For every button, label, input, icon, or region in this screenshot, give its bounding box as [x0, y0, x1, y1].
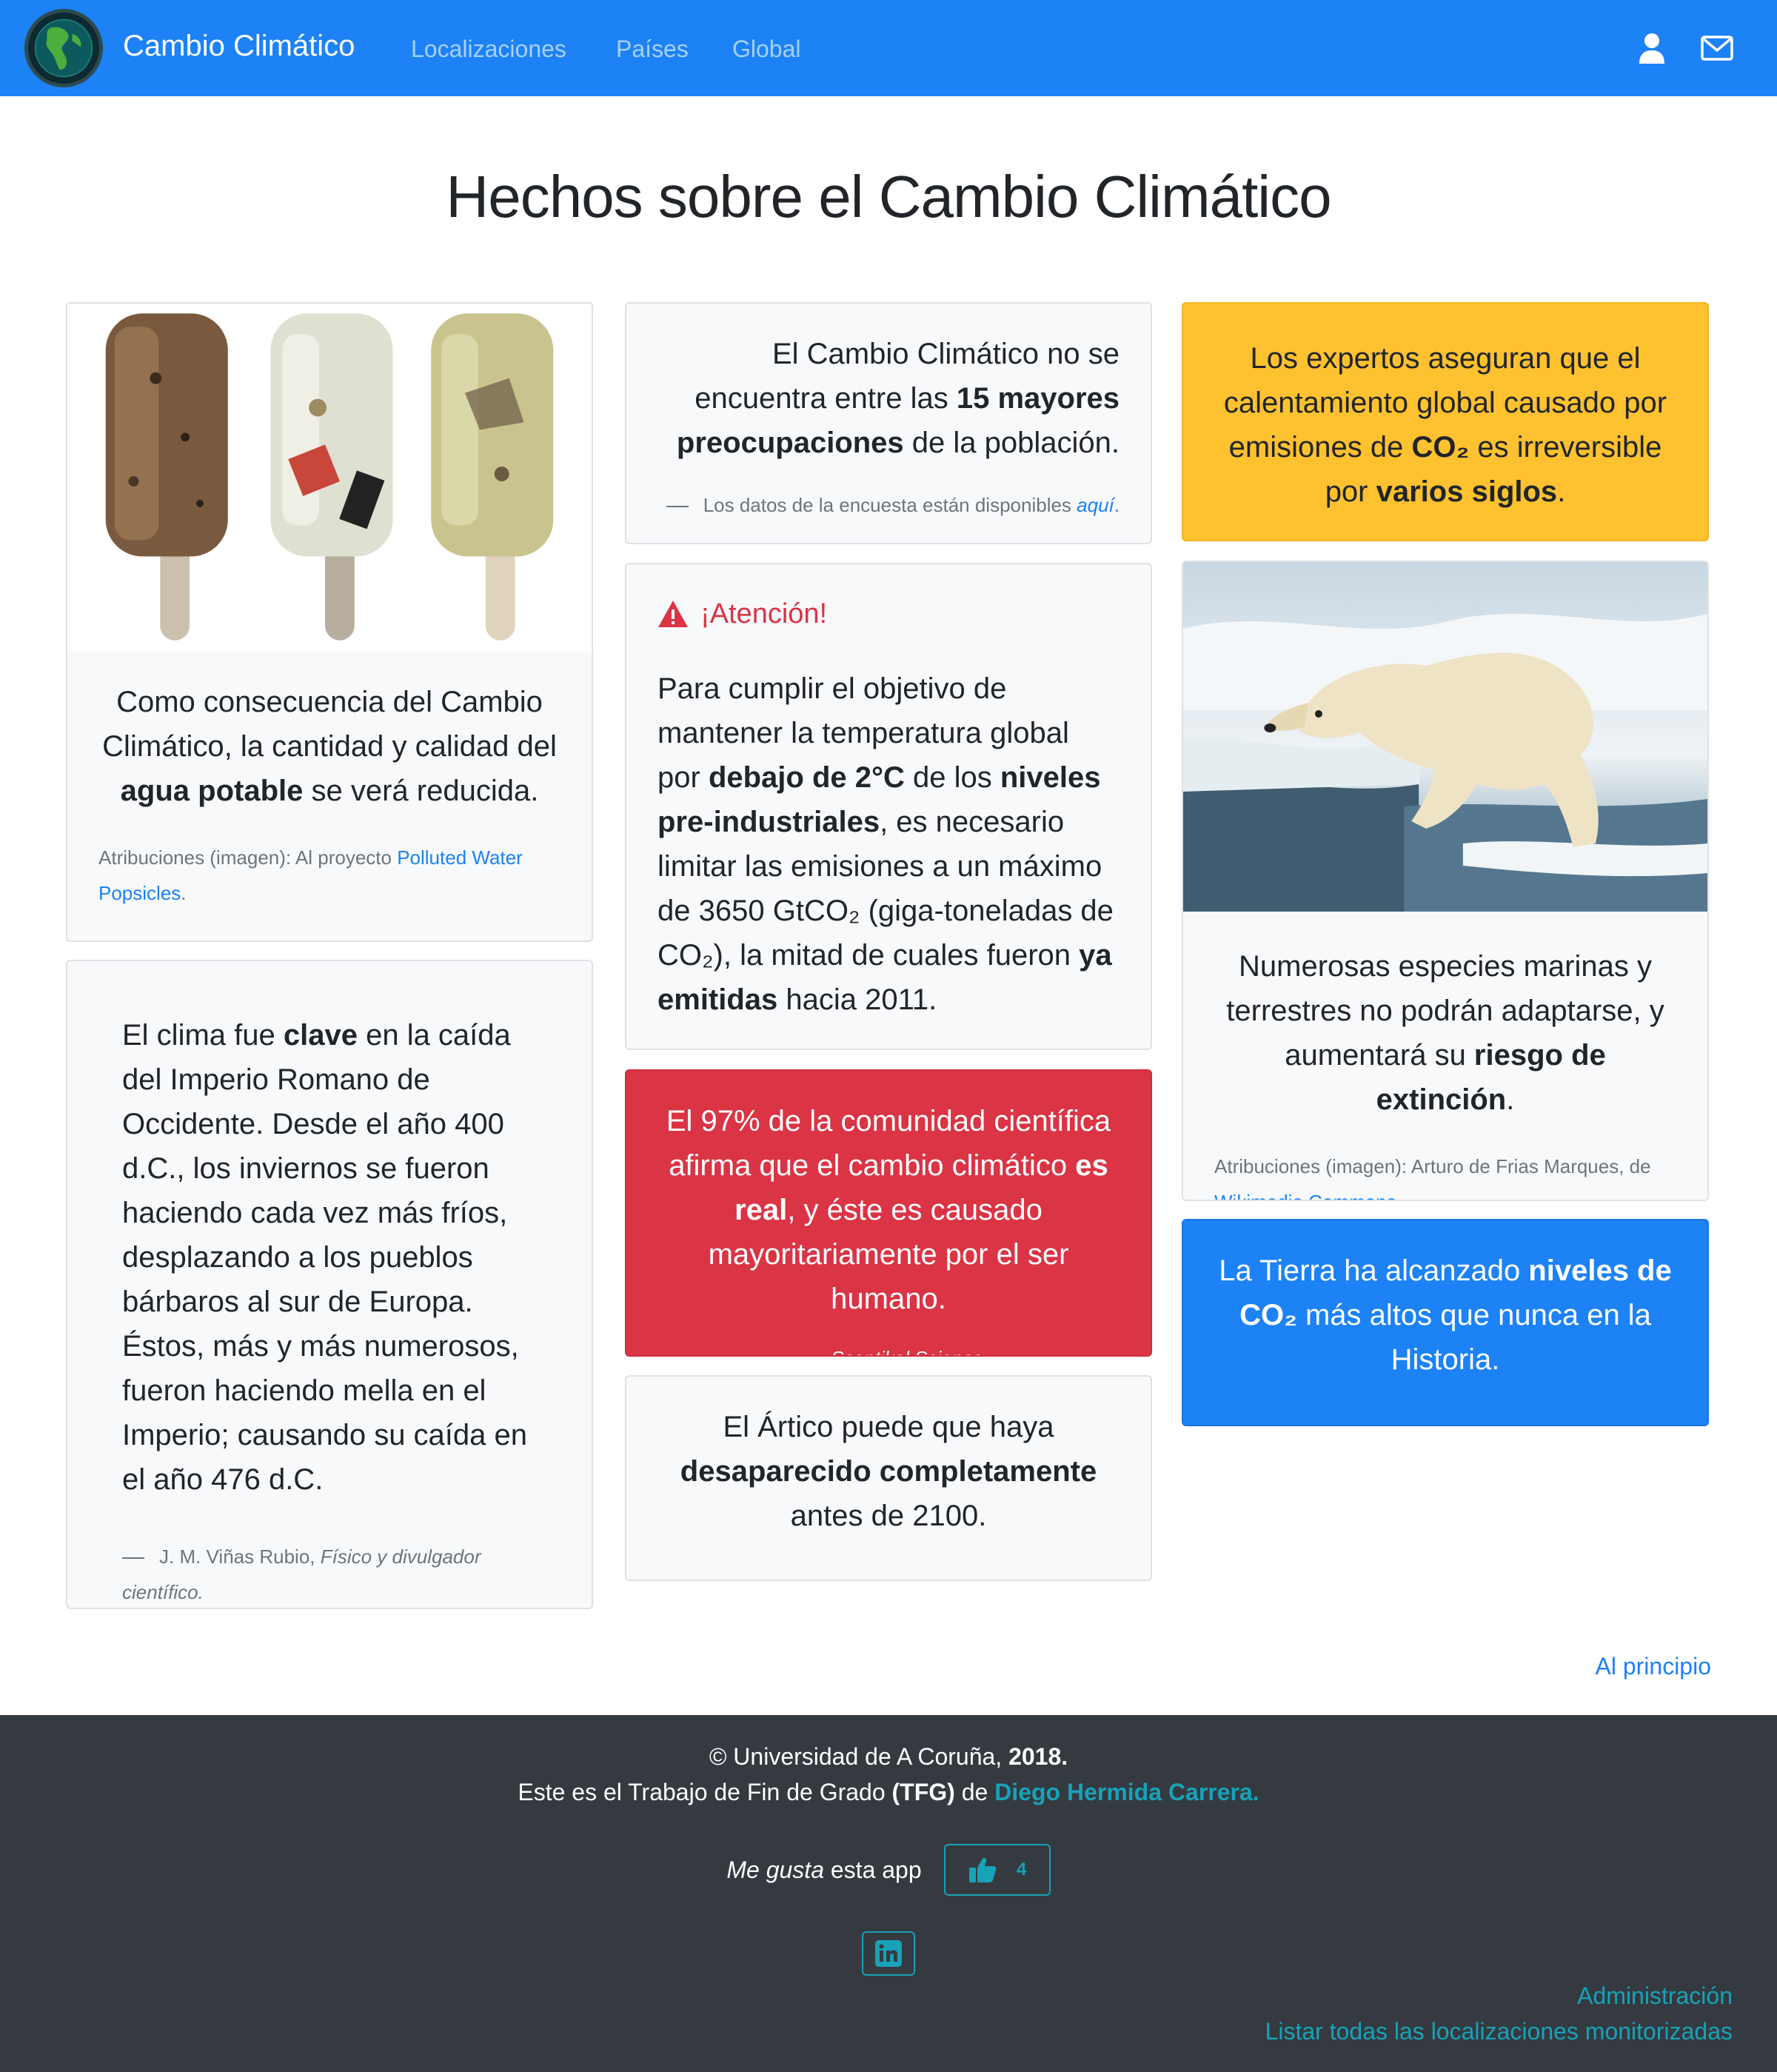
survey-text: El Cambio Climático no se encuentra entr…: [676, 338, 1120, 459]
rome-quote-author: J. M. Viñas Rubio, Físico y divulgador c…: [122, 1545, 481, 1603]
attention-text: Para cumplir el objetivo de mantener la …: [657, 672, 1114, 1016]
card-experts: Los expertos aseguran que el calentamien…: [1182, 302, 1709, 541]
water-attribution: Atribuciones (imagen): Al proyecto Pollu…: [98, 846, 523, 904]
navbar: Cambio Climático Localizaciones Países G…: [0, 0, 1777, 96]
like-row: Me gusta esta app 4: [0, 1844, 1777, 1896]
nav-global[interactable]: Global: [732, 33, 801, 65]
water-text: Como consecuencia del Cambio Climático, …: [102, 686, 557, 807]
co2-text: La Tierra ha alcanzado niveles de CO₂ má…: [1219, 1254, 1672, 1376]
thumbs-up-icon: [968, 1858, 997, 1882]
linkedin-icon: [875, 1940, 902, 1967]
card-co2: La Tierra ha alcanzado niveles de CO₂ má…: [1182, 1219, 1709, 1426]
page-title: Hechos sobre el Cambio Climático: [446, 164, 1331, 230]
consensus-text: El 97% de la comunidad científica afirma…: [666, 1105, 1111, 1315]
globe-logo-icon[interactable]: [24, 9, 103, 87]
author-link[interactable]: Diego Hermida Carrera.: [994, 1779, 1259, 1805]
linkedin-button[interactable]: [862, 1931, 915, 1976]
consensus-source: Sceptikal Science: [657, 1340, 1120, 1355]
wikimedia-link[interactable]: Wikimedia Commons: [1214, 1191, 1396, 1200]
like-label: Me gusta esta app: [726, 1857, 922, 1883]
warning-triangle-icon: [658, 601, 688, 627]
card-attention: ¡Atención! Para cumplir el objetivo de m…: [625, 563, 1152, 1050]
survey-data-link[interactable]: aquí: [1077, 494, 1114, 516]
arctic-text: El Ártico puede que haya desaparecido co…: [680, 1411, 1097, 1532]
admin-link[interactable]: Administración: [1577, 1979, 1733, 2012]
polluted-popsicles-image: [67, 304, 592, 652]
card-survey: El Cambio Climático no se encuentra entr…: [625, 302, 1152, 544]
card-water: Como consecuencia del Cambio Climático, …: [66, 302, 593, 942]
footer-copyright: © Universidad de A Coruña, 2018.: [709, 1743, 1068, 1770]
card-species: Numerosas especies marinas y terrestres …: [1182, 561, 1709, 1201]
nav-localizaciones[interactable]: Localizaciones: [411, 33, 566, 65]
nav-paises[interactable]: Países: [616, 33, 689, 65]
survey-source: Los datos de la encuesta están disponibl…: [657, 487, 1120, 523]
polar-bear-image: [1183, 562, 1707, 912]
brand-title[interactable]: Cambio Climático: [123, 27, 355, 65]
experts-text: Los expertos aseguran que el calentamien…: [1223, 342, 1667, 508]
like-button[interactable]: 4: [943, 1844, 1051, 1896]
back-to-top-link[interactable]: Al principio: [1595, 1650, 1711, 1682]
list-locations-link[interactable]: Listar todas las localizaciones monitori…: [1265, 2015, 1733, 2048]
envelope-icon[interactable]: [1700, 31, 1734, 65]
card-rome: El clima fue clave en la caída del Imper…: [66, 960, 593, 1609]
like-count: 4: [1016, 1859, 1027, 1879]
rome-text: El clima fue clave en la caída del Imper…: [122, 1019, 528, 1496]
attention-title: ¡Atención!: [657, 595, 1120, 632]
species-text: Numerosas especies marinas y terrestres …: [1226, 950, 1664, 1116]
user-icon[interactable]: [1635, 31, 1669, 65]
card-arctic: El Ártico puede que haya desaparecido co…: [625, 1375, 1152, 1581]
footer-tfg: Este es el Trabajo de Fin de Grado (TFG)…: [518, 1779, 1259, 1805]
card-consensus: El 97% de la comunidad científica afirma…: [625, 1069, 1152, 1357]
footer: © Universidad de A Coruña, 2018. Este es…: [0, 1715, 1777, 2072]
species-attribution: Atribuciones (imagen): Arturo de Frias M…: [1214, 1149, 1676, 1200]
